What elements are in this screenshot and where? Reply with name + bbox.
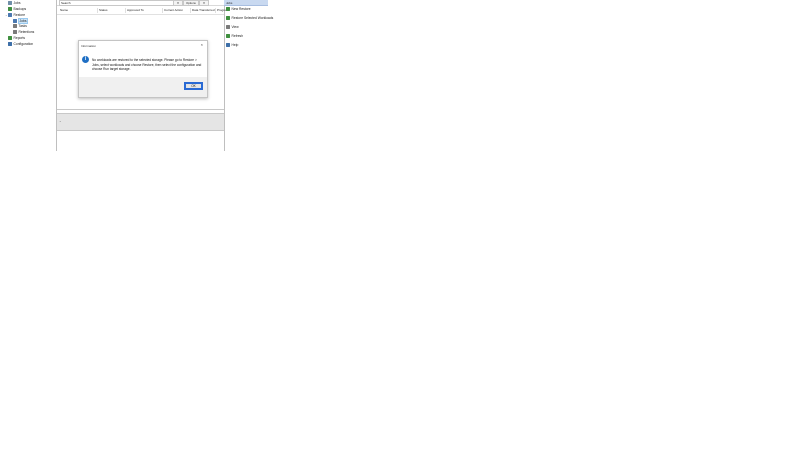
dialog-title: Information	[81, 44, 97, 48]
navigation-tree: Jobs Backups ⌄ Restore Jobs Tasks Retentions Re…	[0, 0, 56, 60]
expand-chevron-icon[interactable]: ⌄	[59, 119, 62, 123]
new-restore-icon	[226, 7, 230, 11]
action-label: Refresh	[231, 34, 244, 38]
filter-options-button[interactable]: Options	[183, 0, 199, 6]
actions-pane: Jobs New Restore Restore Selected Workloa…	[224, 0, 273, 60]
column-headers: Name Status Approved To Current Action Data …	[57, 7, 229, 15]
information-dialog: Information × i No workloads are restore…	[78, 40, 208, 98]
tree-item[interactable]: Configuration	[5, 41, 33, 47]
tasks-icon	[13, 24, 17, 28]
filter-dropdown-button[interactable]: ▾	[173, 0, 183, 6]
tree-item-label: Configuration	[13, 42, 34, 46]
action-item[interactable]: Restore Selected Workloads	[226, 15, 273, 21]
tree-item-label: Reports	[13, 36, 26, 40]
dialog-footer: OK	[79, 77, 207, 97]
help-icon	[226, 43, 230, 47]
action-item[interactable]: View	[226, 24, 239, 30]
close-icon[interactable]: ×	[201, 43, 203, 47]
tree-item-label: Backups	[13, 7, 27, 11]
column-header[interactable]: Data Transferred	[190, 8, 215, 13]
panel-divider	[57, 109, 224, 110]
action-label: View	[231, 25, 239, 29]
chevron-down-icon[interactable]: ⌄	[5, 13, 8, 17]
filter-more-button[interactable]: ▾	[199, 0, 209, 6]
refresh-icon	[226, 34, 230, 38]
restore-selected-icon	[226, 16, 230, 20]
column-header[interactable]: Current Action	[162, 8, 183, 13]
backup-icon	[8, 7, 12, 11]
action-item[interactable]: Help	[226, 42, 238, 48]
details-pane[interactable]: ⌄	[57, 113, 224, 131]
search-input[interactable]: Search	[59, 0, 174, 6]
restore-icon	[8, 13, 12, 17]
action-item[interactable]: Refresh	[226, 33, 243, 39]
action-item[interactable]: New Restore	[226, 6, 251, 12]
view-icon	[226, 25, 230, 29]
tree-item-label: Tasks	[18, 24, 27, 28]
info-icon: i	[82, 56, 89, 63]
column-header[interactable]: Approved To	[125, 8, 144, 13]
tree-item-label: Retentions	[18, 30, 35, 34]
reports-icon	[8, 36, 12, 40]
action-label: Help	[231, 43, 239, 47]
config-icon	[8, 42, 12, 46]
folder-icon	[8, 1, 12, 5]
tree-item-label: Restore	[13, 13, 26, 17]
retention-icon	[13, 30, 17, 34]
column-header[interactable]: Name	[59, 8, 68, 13]
filter-bar: Search ▾ Options ▾	[57, 0, 224, 6]
action-label: Restore Selected Workloads	[231, 16, 274, 20]
actions-header-label: Jobs	[226, 0, 233, 5]
column-header[interactable]: Status	[97, 8, 108, 13]
action-label: New Restore	[231, 7, 251, 11]
ok-button[interactable]: OK	[184, 82, 203, 90]
dialog-message: No workloads are restored to the selecte…	[92, 58, 202, 72]
tree-item-label: Jobs	[13, 1, 21, 5]
